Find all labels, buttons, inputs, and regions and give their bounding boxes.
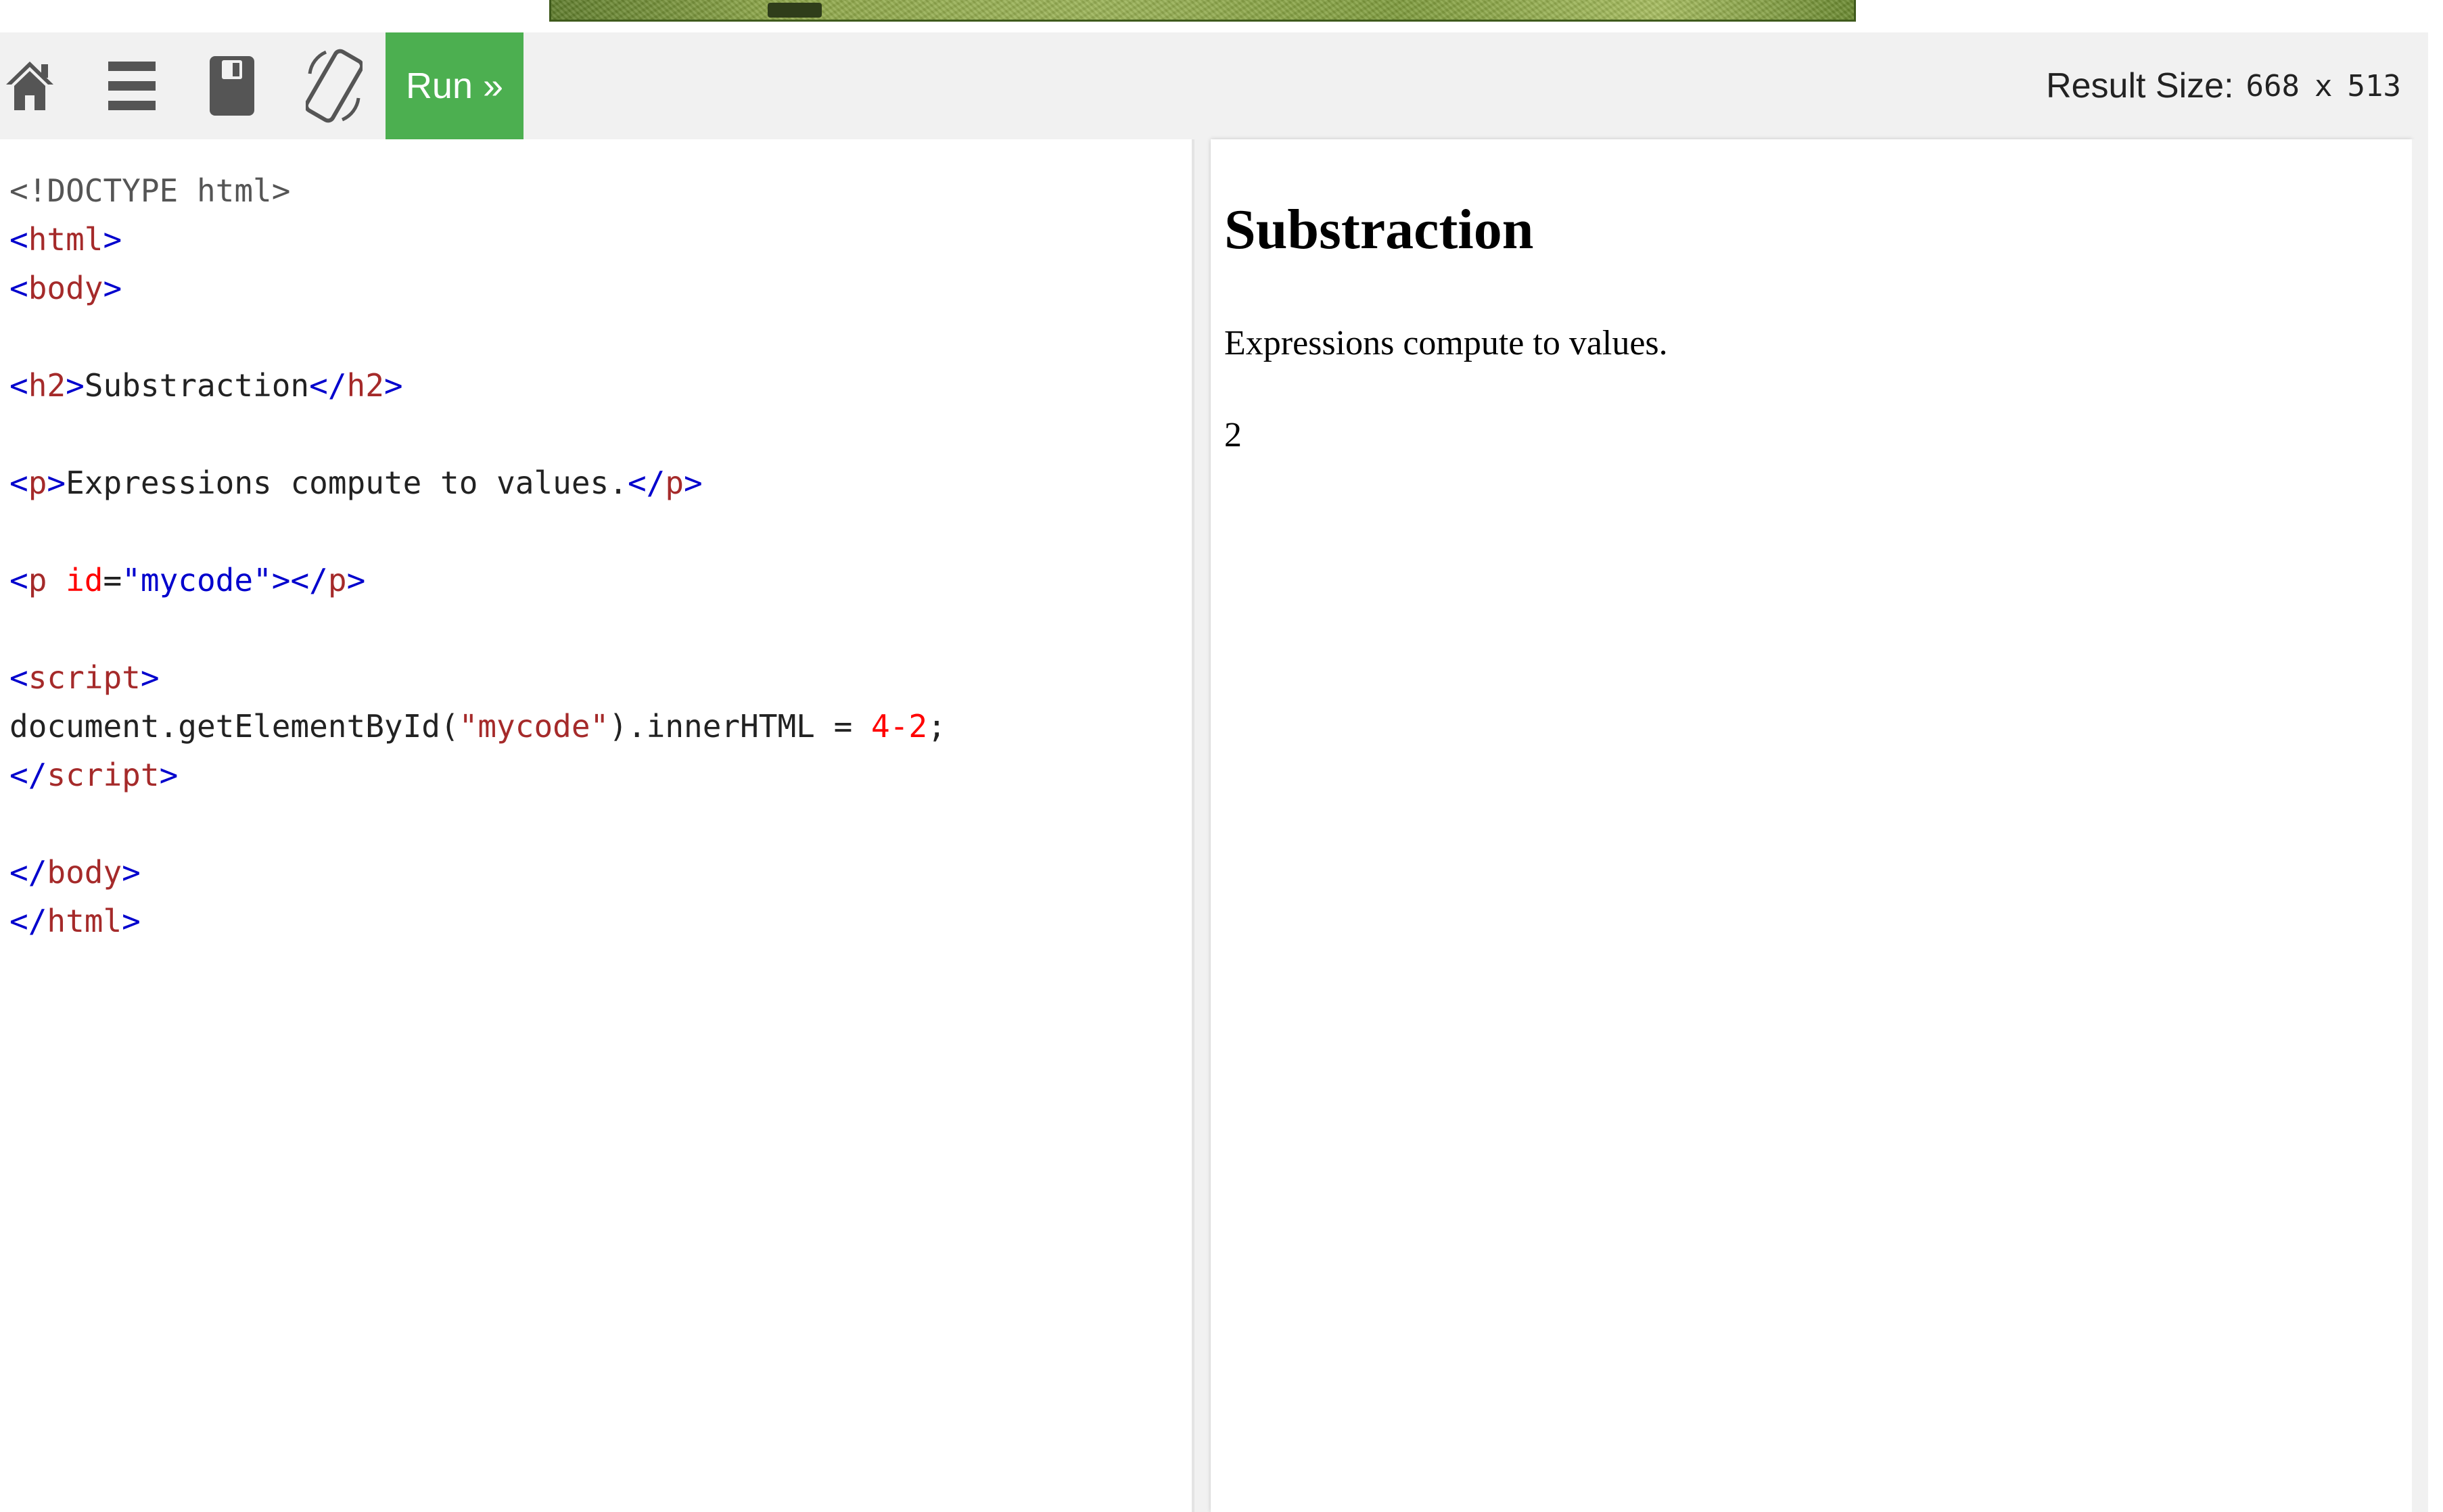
code-line[interactable] xyxy=(9,605,946,653)
code-token: < xyxy=(9,465,28,501)
result-size-separator: x xyxy=(2314,68,2333,103)
code-token: > xyxy=(103,270,122,306)
code-token: h2 xyxy=(346,367,384,404)
rotate-icon xyxy=(306,47,363,125)
code-line[interactable] xyxy=(9,410,946,458)
code-token: p xyxy=(28,562,47,598)
rotate-button[interactable] xyxy=(302,32,367,139)
code-token: html xyxy=(28,221,103,258)
ad-banner[interactable] xyxy=(549,0,1856,22)
code-line[interactable]: </html> xyxy=(9,897,946,945)
save-icon xyxy=(210,56,254,116)
code-token: > xyxy=(159,757,179,793)
code-token: "mycode" xyxy=(122,562,272,598)
code-token: script xyxy=(47,757,160,793)
code-token: p xyxy=(327,562,347,598)
code-token: > xyxy=(66,367,85,404)
code-token: document.getElementById( xyxy=(9,708,459,745)
code-token: "mycode" xyxy=(459,708,609,745)
result-height: 513 xyxy=(2347,68,2401,103)
code-token: < xyxy=(9,270,28,306)
code-token: > xyxy=(684,465,703,501)
menu-icon xyxy=(108,60,156,112)
code-token: > xyxy=(383,367,403,404)
page: Run » Result Size: 668 x 513 <!DOCTYPE h… xyxy=(0,0,2443,1512)
code-line[interactable]: <p>Expressions compute to values.</p> xyxy=(9,458,946,507)
ad-banner-texture xyxy=(551,0,1854,20)
code-token: body xyxy=(28,270,103,306)
result-paragraph: Expressions compute to values. xyxy=(1224,324,1668,362)
code-line[interactable] xyxy=(9,312,946,361)
code-token: <!DOCTYPE html> xyxy=(9,172,291,209)
code-token: </ xyxy=(309,367,347,404)
result-size-label: Result Size: xyxy=(2046,66,2234,105)
code-token: </ xyxy=(9,854,47,891)
code-token: < xyxy=(9,367,28,404)
code-token: < xyxy=(9,659,28,696)
code-token: id xyxy=(66,562,103,598)
code-token: </ xyxy=(9,757,47,793)
code-token: = xyxy=(103,562,122,598)
code-line[interactable]: </script> xyxy=(9,751,946,799)
code-token: h2 xyxy=(28,367,66,404)
code-token: p xyxy=(665,465,684,501)
code-content[interactable]: <!DOCTYPE html> <html> <body> <h2>Substract… xyxy=(9,166,946,945)
result-width: 668 xyxy=(2246,68,2300,103)
code-token: > xyxy=(122,903,141,939)
code-token: > xyxy=(122,854,141,891)
code-token: ).innerHTML = xyxy=(609,708,871,745)
code-token: > xyxy=(140,659,160,696)
panel-divider[interactable] xyxy=(1194,139,1211,1512)
code-line[interactable]: document.getElementById("mycode").innerH… xyxy=(9,702,946,751)
right-gutter xyxy=(2412,139,2428,1512)
code-token: Expressions compute to values. xyxy=(66,465,628,501)
code-token: > xyxy=(346,562,366,598)
code-token: Substraction xyxy=(84,367,310,404)
code-token: </ xyxy=(9,903,47,939)
code-line[interactable]: <body> xyxy=(9,264,946,312)
home-icon xyxy=(5,59,55,113)
code-token: p xyxy=(28,465,47,501)
toolbar: Run » Result Size: 668 x 513 xyxy=(0,32,2428,139)
save-button[interactable] xyxy=(203,32,261,139)
code-token: html xyxy=(47,903,122,939)
code-line[interactable]: </body> xyxy=(9,848,946,897)
code-line[interactable]: <!DOCTYPE html> xyxy=(9,166,946,215)
ad-banner-image xyxy=(768,3,822,18)
code-token: 2 xyxy=(908,708,928,745)
code-token: > xyxy=(103,221,122,258)
home-button[interactable] xyxy=(0,32,60,139)
code-token: ></ xyxy=(271,562,328,598)
code-line[interactable]: <html> xyxy=(9,215,946,264)
code-token: < xyxy=(9,562,28,598)
run-button[interactable]: Run » xyxy=(386,32,524,139)
code-line[interactable]: <p id="mycode"></p> xyxy=(9,556,946,605)
code-line[interactable] xyxy=(9,507,946,556)
code-token: > xyxy=(47,465,66,501)
code-token: ; xyxy=(927,708,946,745)
code-token: </ xyxy=(627,465,666,501)
code-token: < xyxy=(9,221,28,258)
code-token: script xyxy=(28,659,141,696)
result-size: Result Size: 668 x 513 xyxy=(2046,32,2401,139)
code-line[interactable] xyxy=(9,799,946,848)
code-line[interactable]: <script> xyxy=(9,653,946,702)
result-heading: Substraction xyxy=(1224,198,1534,261)
result-output: 2 xyxy=(1224,416,1242,454)
code-token: - xyxy=(889,708,909,745)
code-token: 4 xyxy=(870,708,890,745)
code-line[interactable]: <h2>Substraction</h2> xyxy=(9,361,946,410)
menu-button[interactable] xyxy=(101,32,162,139)
code-token: body xyxy=(47,854,122,891)
